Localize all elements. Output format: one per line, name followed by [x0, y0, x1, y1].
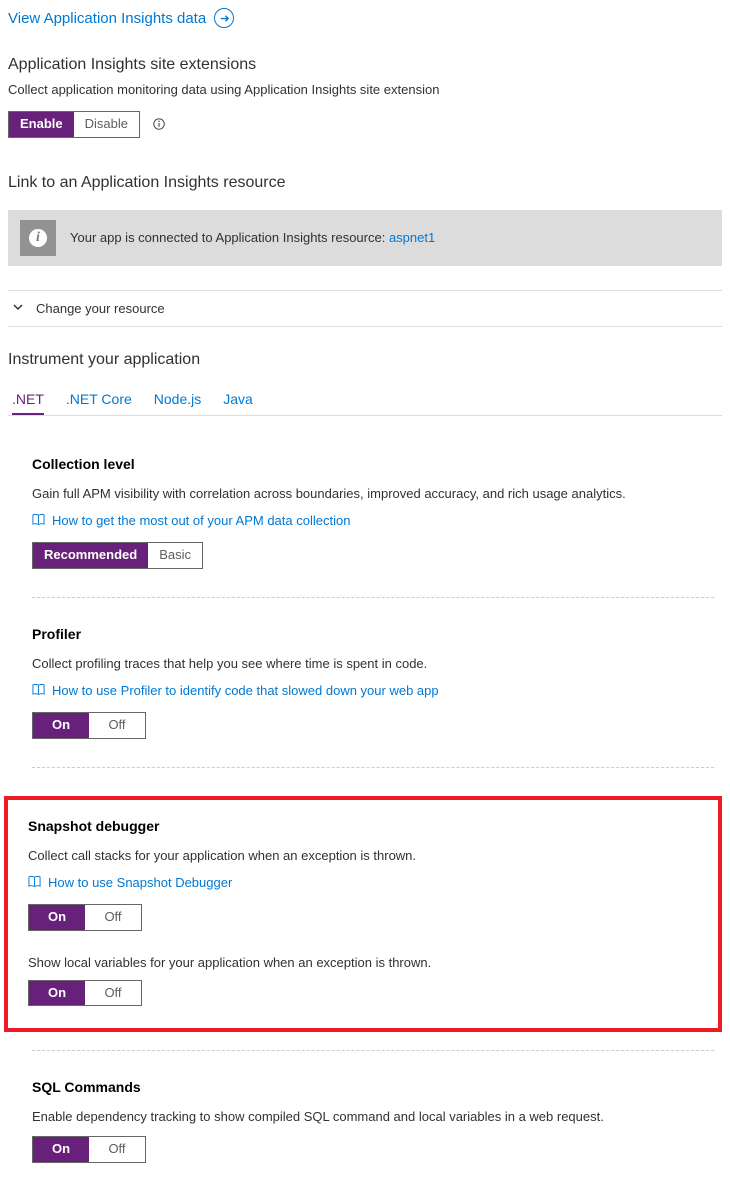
profiler-title: Profiler [32, 626, 714, 642]
collection-level-desc: Gain full APM visibility with correlatio… [32, 486, 714, 501]
tab-dotnet[interactable]: .NET [12, 391, 44, 415]
snapshot-doc-link[interactable]: How to use Snapshot Debugger [28, 875, 698, 890]
collection-level-toggle: Recommended Basic [32, 542, 203, 569]
banner-prefix: Your app is connected to Application Ins… [70, 230, 389, 245]
profiler-off-button[interactable]: Off [89, 713, 145, 738]
site-extensions-toggle: Enable Disable [8, 111, 140, 138]
sql-title: SQL Commands [32, 1079, 714, 1095]
book-icon [32, 683, 46, 697]
enable-button[interactable]: Enable [9, 112, 74, 137]
chevron-down-icon [12, 301, 26, 315]
snapshot-panel: Snapshot debugger Collect call stacks fo… [28, 818, 698, 1007]
profiler-desc: Collect profiling traces that help you s… [32, 656, 714, 671]
sql-desc: Enable dependency tracking to show compi… [32, 1109, 714, 1124]
arrow-right-circle-icon [214, 8, 234, 28]
profiler-doc-link[interactable]: How to use Profiler to identify code tha… [32, 683, 714, 698]
resource-name-link[interactable]: aspnet1 [389, 230, 435, 245]
profiler-panel: Profiler Collect profiling traces that h… [32, 626, 714, 767]
profiler-toggle: On Off [32, 712, 146, 739]
divider [32, 1050, 714, 1051]
book-icon [32, 513, 46, 527]
tab-nodejs[interactable]: Node.js [154, 391, 201, 415]
snapshot-doc-label: How to use Snapshot Debugger [48, 875, 232, 890]
basic-button[interactable]: Basic [148, 543, 202, 568]
site-extensions-desc: Collect application monitoring data usin… [8, 82, 722, 97]
resource-banner: i Your app is connected to Application I… [8, 210, 722, 266]
snapshot-on-button[interactable]: On [29, 905, 85, 930]
info-banner-icon: i [20, 220, 56, 256]
snapshot-toggle: On Off [28, 904, 142, 931]
recommended-button[interactable]: Recommended [33, 543, 148, 568]
instrument-title: Instrument your application [8, 351, 722, 369]
profiler-doc-label: How to use Profiler to identify code tha… [52, 683, 439, 698]
divider [32, 597, 714, 598]
info-icon[interactable] [152, 117, 168, 133]
snapshot-localvars-toggle: On Off [28, 980, 142, 1007]
divider [32, 767, 714, 768]
book-icon [28, 875, 42, 889]
view-insights-label: View Application Insights data [8, 10, 206, 27]
banner-text: Your app is connected to Application Ins… [70, 230, 435, 245]
collection-level-panel: Collection level Gain full APM visibilit… [32, 456, 714, 597]
snapshot-localvars-off-button[interactable]: Off [85, 981, 141, 1006]
collection-level-doc-label: How to get the most out of your APM data… [52, 513, 350, 528]
tab-java[interactable]: Java [223, 391, 253, 415]
link-resource-title: Link to an Application Insights resource [8, 174, 722, 192]
snapshot-off-button[interactable]: Off [85, 905, 141, 930]
snapshot-highlight: Snapshot debugger Collect call stacks fo… [4, 796, 722, 1033]
sql-panel: SQL Commands Enable dependency tracking … [32, 1079, 714, 1191]
site-extensions-title: Application Insights site extensions [8, 56, 722, 74]
snapshot-localvars-on-button[interactable]: On [29, 981, 85, 1006]
disable-button[interactable]: Disable [74, 112, 139, 137]
snapshot-desc: Collect call stacks for your application… [28, 848, 698, 863]
collection-level-doc-link[interactable]: How to get the most out of your APM data… [32, 513, 714, 528]
snapshot-localvars-label: Show local variables for your applicatio… [28, 955, 698, 970]
snapshot-title: Snapshot debugger [28, 818, 698, 834]
collection-level-title: Collection level [32, 456, 714, 472]
change-resource-label: Change your resource [36, 301, 165, 316]
language-tabs: .NET .NET Core Node.js Java [8, 391, 722, 416]
view-insights-link[interactable]: View Application Insights data [8, 8, 722, 28]
profiler-on-button[interactable]: On [33, 713, 89, 738]
change-resource-expander[interactable]: Change your resource [8, 290, 722, 327]
tab-dotnet-core[interactable]: .NET Core [66, 391, 132, 415]
